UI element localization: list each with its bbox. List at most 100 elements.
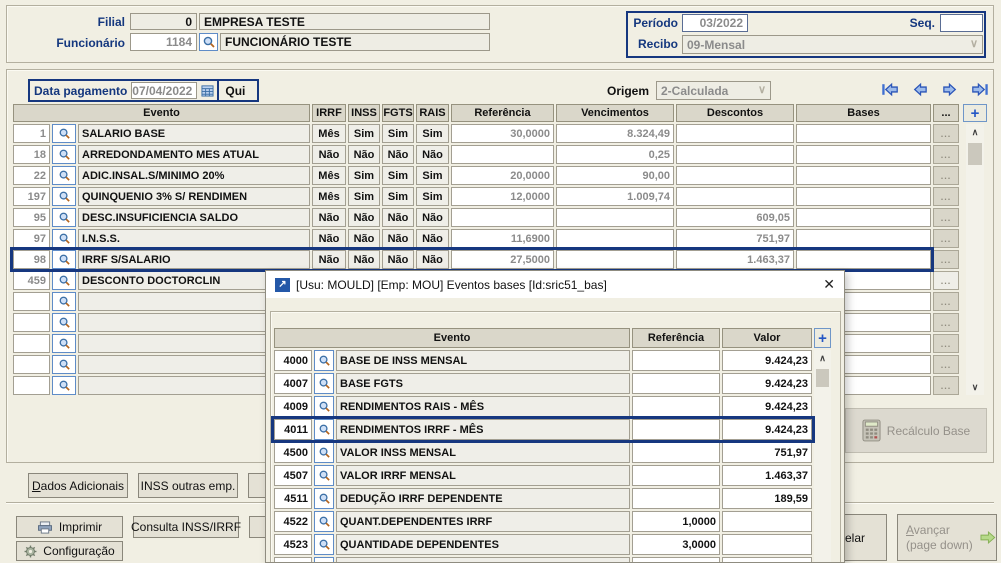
event-lookup-button[interactable] [314,534,334,555]
row-options-button[interactable]: ... [933,292,959,311]
avancar-button[interactable]: Avançar (page down) [897,514,997,561]
row-options-button[interactable]: ... [933,250,959,269]
funcionario-code-field[interactable]: 1184 [130,33,197,51]
row-options-button[interactable]: ... [933,187,959,206]
vencimentos-cell: 90,00 [556,166,674,185]
event-lookup-button[interactable] [314,557,334,563]
referencia-cell: 20,0000 [451,166,554,185]
event-lookup-button[interactable] [52,250,76,269]
nav-last-button[interactable] [971,82,989,97]
event-grid-scrollbar[interactable]: ∧ ∨ [966,124,984,395]
event-lookup-button[interactable] [52,355,76,374]
scroll-up-button[interactable]: ∧ [814,350,831,366]
bases-cell [796,124,931,143]
vencimentos-cell: 8.324,49 [556,124,674,143]
consulta-inss-irrf-label: Consulta INSS/IRRF [131,520,241,534]
event-lookup-button[interactable] [314,488,334,509]
rais-flag-cell: Sim [416,187,449,206]
nav-first-button[interactable] [881,82,899,97]
dialog-grid-header: Evento Referência Valor [274,328,812,348]
event-code-cell: 1 [13,124,50,143]
valor-cell: 9.424,23 [722,419,812,440]
magnifier-icon [318,354,331,367]
event-lookup-button[interactable] [52,187,76,206]
nav-previous-button[interactable] [911,82,929,97]
event-lookup-button[interactable] [52,271,76,290]
event-lookup-button[interactable] [314,373,334,394]
scrollbar-thumb[interactable] [968,143,982,165]
event-lookup-button[interactable] [52,334,76,353]
event-code-cell: 95 [13,208,50,227]
row-options-button[interactable]: ... [933,355,959,374]
event-lookup-button[interactable] [314,350,334,371]
event-code-cell: 22 [13,166,50,185]
event-lookup-button[interactable] [52,376,76,395]
row-options-button[interactable]: ... [933,334,959,353]
dados-adicionais-button[interactable]: Dados Adicionais [28,473,128,498]
magnifier-icon [58,295,71,308]
event-name-cell: RENDIMENTOS RAIS - MÊS [336,396,630,417]
origem-select[interactable]: 2-Calculada ∨ [656,81,771,100]
referencia-cell: 11,6900 [451,229,554,248]
event-lookup-button[interactable] [52,229,76,248]
payment-date-field[interactable]: 07/04/2022 [131,82,197,99]
event-lookup-button[interactable] [52,208,76,227]
event-lookup-button[interactable] [314,465,334,486]
vencimentos-cell: 0,25 [556,145,674,164]
inss-outras-emp-button[interactable]: INSS outras emp. [138,473,238,498]
add-event-button[interactable]: + [814,328,831,348]
recibo-select[interactable]: 09-Mensal ∨ [682,35,983,54]
row-options-button[interactable]: ... [933,229,959,248]
row-options-button[interactable]: ... [933,124,959,143]
row-options-button[interactable]: ... [933,271,959,290]
row-options-button[interactable]: ... [933,313,959,332]
valor-cell: 9.424,23 [722,350,812,371]
magnifier-icon [318,446,331,459]
periodo-field[interactable]: 03/2022 [682,14,748,32]
rais-flag-cell: Não [416,145,449,164]
filial-code-field[interactable]: 0 [130,13,197,30]
event-lookup-button[interactable] [314,442,334,463]
close-icon[interactable]: ✕ [823,276,835,293]
calendar-button[interactable] [197,84,217,97]
event-lookup-button[interactable] [52,166,76,185]
magnifier-icon [318,377,331,390]
magnifier-icon [58,379,71,392]
event-code-cell: 18 [13,145,50,164]
funcionario-lookup-button[interactable] [199,33,218,51]
event-lookup-button[interactable] [52,313,76,332]
event-lookup-button[interactable] [314,396,334,417]
add-event-button[interactable]: + [963,104,987,122]
dialog-grid-scrollbar[interactable]: ∧ [814,350,831,563]
vencimentos-cell [556,229,674,248]
scrollbar-thumb[interactable] [816,369,829,387]
consulta-inss-irrf-button[interactable]: Consulta INSS/IRRF [133,516,239,538]
scroll-down-button[interactable]: ∨ [966,379,984,395]
imprimir-button[interactable]: Imprimir [16,516,123,538]
payroll-window: Filial 0 EMPRESA TESTE Funcionário 1184 … [0,0,1001,563]
referencia-cell [632,488,720,509]
event-code-cell: 4523 [274,534,312,555]
event-lookup-button[interactable] [52,145,76,164]
event-lookup-button[interactable] [314,419,334,440]
row-options-button[interactable]: ... [933,166,959,185]
descontos-cell: 609,05 [676,208,794,227]
nav-next-button[interactable] [941,82,959,97]
event-lookup-button[interactable] [314,511,334,532]
event-code-cell [13,334,50,353]
fgts-flag-cell: Sim [382,187,414,206]
row-options-button[interactable]: ... [933,376,959,395]
event-lookup-button[interactable] [52,292,76,311]
recalculo-base-label: Recálculo Base [887,424,970,438]
recalculo-base-button[interactable]: Recálculo Base [845,408,987,453]
row-options-button[interactable]: ... [933,145,959,164]
row-options-button[interactable]: ... [933,208,959,227]
magnifier-icon [202,35,216,49]
event-lookup-button[interactable] [52,124,76,143]
configuracao-button[interactable]: Configuração [16,541,123,561]
irrf-flag-cell: Mês [312,124,346,143]
seq-field[interactable] [940,14,983,32]
scroll-up-button[interactable]: ∧ [966,124,984,140]
magnifier-icon [58,337,71,350]
dialog-titlebar[interactable]: ↗ [Usu: MOULD] [Emp: MOU] Eventos bases … [266,271,844,298]
